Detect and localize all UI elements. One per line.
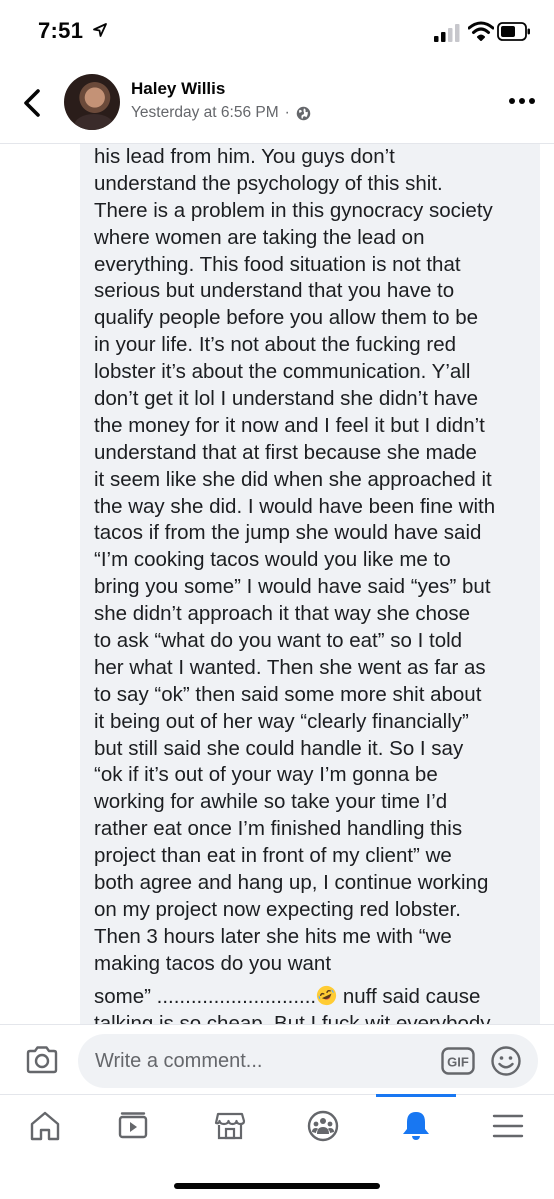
comment-line-last: talking is so cheap. But I fuck wit ever… (94, 1011, 491, 1025)
comment-line: it being out of her way “clearly financi… (94, 709, 469, 733)
comment-line: making tacos do you want (94, 951, 332, 975)
gif-icon[interactable]: GIF (441, 1047, 475, 1075)
comment-line: on my project now expecting red lobster. (94, 897, 461, 921)
comment-line-emoji: some” ............................ nuff … (94, 984, 538, 1011)
status-bar: 7:51 (0, 0, 554, 62)
comment-line: but still said she could handle it. So I… (94, 736, 464, 760)
back-chevron-icon[interactable] (20, 88, 46, 118)
bell-icon (403, 1112, 429, 1140)
nav-marketplace[interactable] (195, 1095, 265, 1159)
comment-line: her what I wanted. Then she went as far … (94, 655, 486, 679)
comment-line: working for awhile so take your time I’d (94, 790, 448, 814)
post-timestamp[interactable]: Yesterday at 6:56 PM (131, 104, 279, 122)
smiley-icon[interactable] (490, 1045, 522, 1077)
author-name[interactable]: Haley Willis (131, 79, 225, 99)
nav-menu[interactable] (473, 1095, 543, 1159)
home-icon (30, 1111, 60, 1141)
status-time: 7:51 (38, 18, 84, 43)
comment-line: his lead from him. You guys don’t (94, 145, 395, 168)
comment-line: rather eat once I’m finished handling th… (94, 817, 463, 841)
nav-notifications[interactable] (381, 1095, 451, 1159)
rolling-on-floor-laughing-emoji (317, 985, 337, 1005)
comment-line: she didn’t approach it that way she chos… (94, 602, 471, 626)
comment-line: project than eat in front of my client” … (94, 844, 452, 868)
comment-line: everything. This food situation is not t… (94, 252, 461, 276)
location-arrow-icon (93, 23, 107, 37)
groups-icon (307, 1110, 339, 1142)
comment-line: “ok if it’s out of your way I’m gonna be (94, 763, 438, 787)
comment-composer: GIF (0, 1024, 554, 1096)
globe-icon (296, 106, 311, 120)
comment-line: don’t get it lol I understand she didn’t… (94, 387, 479, 411)
comment-line: “I’m cooking tacos would you like me to (94, 548, 451, 572)
comment-line: Then 3 hours later she hits me with “we (94, 924, 452, 948)
comment-line: lobster it’s about the communication. Y’… (94, 360, 471, 384)
comment-line: understand the psychology of this shit. (94, 171, 443, 195)
battery-icon (497, 22, 530, 41)
post-meta: Yesterday at 6:56 PM · (131, 104, 311, 122)
comment-line: bring you some” I would have said “yes” … (94, 575, 491, 599)
watch-video-icon (118, 1112, 148, 1139)
avatar[interactable] (64, 74, 120, 130)
comment-line: There is a problem in this gynocracy soc… (94, 198, 493, 222)
comment-line: serious but understand that you have to (94, 279, 455, 303)
comment-line-emoji-after: nuff said cause (337, 984, 481, 1008)
comment-line: the way she did. I would have been fine … (94, 494, 496, 518)
nav-home[interactable] (10, 1095, 80, 1159)
post-header: Haley Willis Yesterday at 6:56 PM · (0, 62, 554, 144)
comment-line: it seem like she did when she approached… (94, 467, 492, 491)
comment-line-emoji-before: some” ............................ (94, 984, 317, 1008)
wifi-icon (468, 21, 494, 41)
more-icon[interactable] (508, 96, 536, 106)
menu-hamburger-icon (492, 1114, 524, 1138)
comment-line: to say “ok” then said some more shit abo… (94, 682, 482, 706)
nav-groups[interactable] (288, 1095, 358, 1159)
comment-line: where women are taking the lead on (94, 225, 425, 249)
gif-label: GIF (447, 1055, 469, 1070)
nav-watch[interactable] (98, 1095, 168, 1159)
marketplace-icon (214, 1112, 246, 1140)
comment-line: to ask “what do you want to eat” so I to… (94, 629, 463, 653)
comment-text: his lead from him. You guys don’t underst… (94, 144, 538, 1024)
comment-line: the money for it now and I feel it but I… (94, 413, 485, 437)
comment-line: tacos if from the jump she would have sa… (94, 521, 482, 545)
cellular-signal-icon (434, 24, 460, 42)
comment-line: qualify people before you allow them to … (94, 306, 479, 330)
home-indicator[interactable] (174, 1183, 380, 1189)
meta-separator: · (284, 104, 290, 121)
bottom-nav (0, 1094, 554, 1199)
camera-icon[interactable] (25, 1045, 59, 1075)
comment-line: both agree and hang up, I continue worki… (94, 871, 489, 895)
comment-bubble: his lead from him. You guys don’t underst… (80, 144, 540, 1024)
comment-line: understand that at first because she mad… (94, 440, 477, 464)
comment-line: in your life. It’s not about the fucking… (94, 333, 457, 357)
